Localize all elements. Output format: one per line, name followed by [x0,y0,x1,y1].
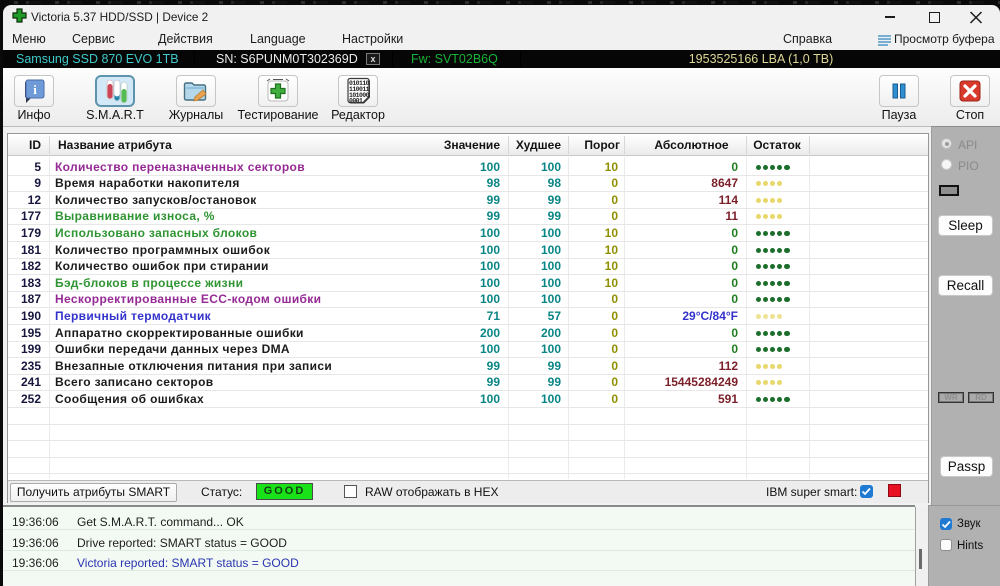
svg-text:0001: 0001 [349,98,363,105]
svg-text:i: i [33,82,37,97]
